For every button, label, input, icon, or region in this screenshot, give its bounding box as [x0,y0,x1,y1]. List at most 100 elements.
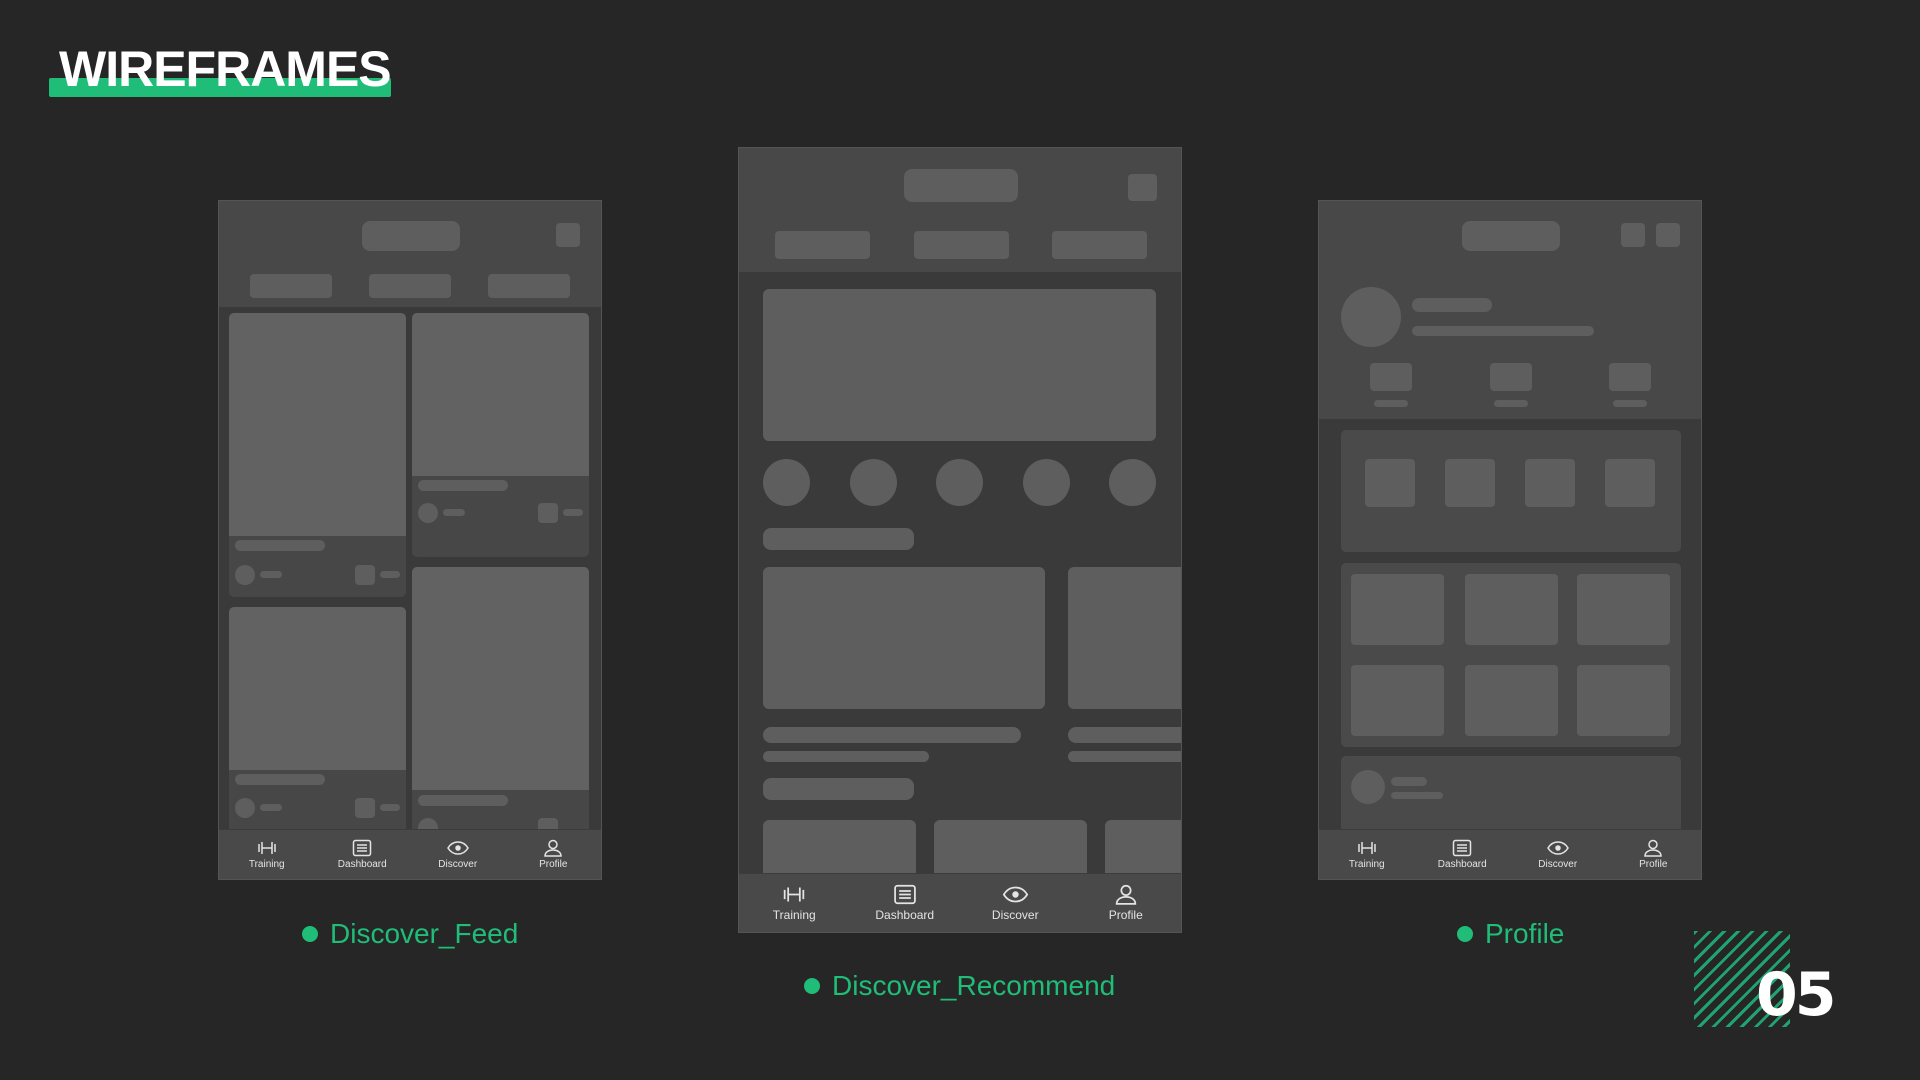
tab-label: Profile [539,859,568,870]
profile-bio-placeholder [1412,326,1594,336]
tab-label: Dashboard [337,859,387,870]
tab-label: Discover [1538,859,1578,870]
user-icon [1115,884,1136,905]
bottom-tab-bar: Training Dashboard Discover Profile [219,829,601,879]
grid-item[interactable] [1351,665,1444,736]
tab-placeholder-3[interactable] [488,274,570,298]
card-subtitle-line [1068,751,1181,762]
category-circle[interactable] [1023,459,1070,506]
feed-card-like-icon[interactable] [355,798,375,818]
recommend-card[interactable] [763,567,1045,709]
tab-training[interactable]: Training [219,830,315,879]
section-title-placeholder [763,778,914,800]
tab-label: Discover [438,859,478,870]
grid-item[interactable] [1465,665,1558,736]
feed-card-like-icon[interactable] [538,503,558,523]
header-title-placeholder [1462,221,1560,251]
shortcut-item[interactable] [1605,459,1655,507]
list-icon [353,839,372,857]
page-number-badge: 05 [1694,931,1836,1027]
wireframe-profile: Training Dashboard Discover Profile [1318,200,1702,880]
profile-avatar[interactable] [1341,287,1401,347]
caption-text: Profile [1485,918,1565,949]
stat-label [1494,400,1528,407]
stat-value [1609,363,1651,391]
tab-label: Training [772,908,816,922]
tab-dashboard[interactable]: Dashboard [1415,830,1511,879]
list-item-title [1391,777,1427,786]
header-action-placeholder[interactable] [1656,223,1680,247]
shortcut-item[interactable] [1445,459,1495,507]
category-circle[interactable] [763,459,810,506]
feed-card-title [235,774,325,785]
eye-icon [1002,886,1028,903]
feed-card-count [380,571,400,578]
card-title-line [1068,727,1181,743]
tab-placeholder-1[interactable] [250,274,332,298]
category-circle[interactable] [936,459,983,506]
banner-placeholder[interactable] [763,289,1156,441]
tab-profile[interactable]: Profile [1071,874,1182,932]
page-title: WIREFRAMES [59,41,392,97]
tab-placeholder-3[interactable] [1052,231,1147,259]
feed-card-author [443,509,465,516]
grid-item[interactable] [1577,574,1670,645]
tab-label: Training [1348,859,1385,870]
tab-training[interactable]: Training [739,874,850,932]
tab-placeholder-1[interactable] [775,231,870,259]
caption-text: Discover_Feed [330,918,519,949]
caption-discover-feed: Discover_Feed [302,918,518,950]
tab-dashboard[interactable]: Dashboard [850,874,961,932]
feed-card-author [260,571,282,578]
eye-icon [446,841,469,855]
category-circle[interactable] [1109,459,1156,506]
tab-training[interactable]: Training [1319,830,1415,879]
tab-profile[interactable]: Profile [506,830,602,879]
feed-card-author [260,804,282,811]
caption-bullet [302,926,318,942]
list-icon [893,884,916,905]
caption-discover-recommend: Discover_Recommend [804,970,1115,1002]
feed-card-like-icon[interactable] [355,565,375,585]
dumbbell-icon [784,887,805,902]
tab-dashboard[interactable]: Dashboard [315,830,411,879]
caption-bullet [804,978,820,994]
stat-label [1374,400,1408,407]
tab-discover[interactable]: Discover [1510,830,1606,879]
category-circle[interactable] [850,459,897,506]
feed-card-image [229,313,406,536]
header-action-placeholder[interactable] [1621,223,1645,247]
recommend-card[interactable] [1068,567,1181,709]
feed-card-image [229,607,406,770]
list-icon [1453,839,1472,857]
feed-card-count [563,509,583,516]
wireframe-discover-recommend: Training Dashboard Discover Profile [738,147,1182,933]
dumbbell-icon [1358,842,1376,854]
tab-placeholder-2[interactable] [914,231,1009,259]
list-item-avatar [1351,770,1385,804]
grid-item[interactable] [1465,574,1558,645]
feed-card-avatar [235,798,255,818]
feed-card-image [412,313,589,476]
tab-label: Dashboard [1437,859,1487,870]
shortcut-item[interactable] [1525,459,1575,507]
card-title-line [763,727,1021,743]
tab-label: Profile [1108,908,1143,922]
tab-discover[interactable]: Discover [960,874,1071,932]
tab-profile[interactable]: Profile [1606,830,1702,879]
tab-placeholder-2[interactable] [369,274,451,298]
header-action-placeholder[interactable] [1128,174,1157,201]
profile-name-placeholder [1412,298,1492,312]
card-subtitle-line [763,751,929,762]
page-number: 05 [1756,960,1836,1030]
section-title-placeholder [763,528,914,550]
grid-item[interactable] [1577,665,1670,736]
tab-discover[interactable]: Discover [410,830,506,879]
feed-card-title [235,540,325,551]
header-action-placeholder[interactable] [556,223,580,247]
shortcut-item[interactable] [1365,459,1415,507]
bottom-tab-bar: Training Dashboard Discover Profile [739,873,1181,932]
list-item-subtitle [1391,792,1443,799]
stat-value [1370,363,1412,391]
grid-item[interactable] [1351,574,1444,645]
